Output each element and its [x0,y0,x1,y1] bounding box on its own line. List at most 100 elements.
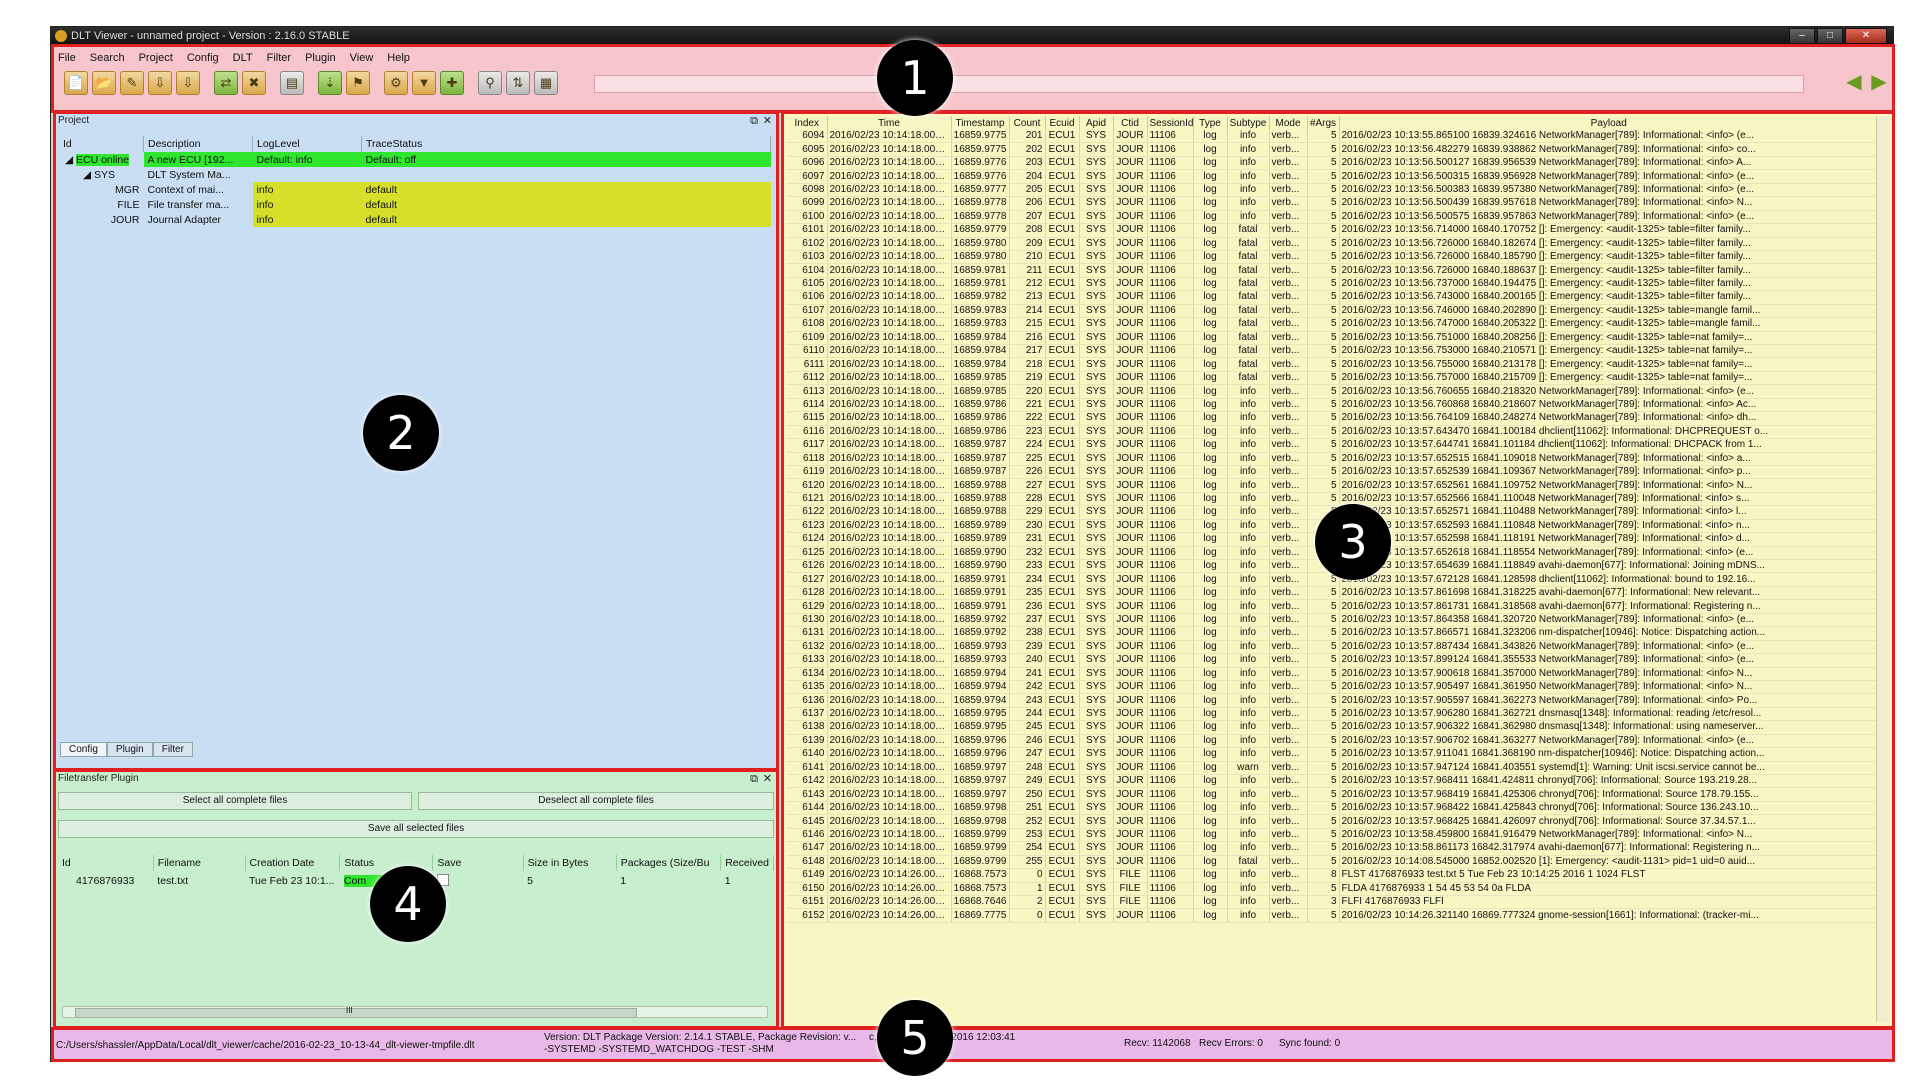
search-input[interactable] [594,75,1804,93]
message-row[interactable]: 6119 2016/02/23 10:14:18.000000 16859.9787… [787,465,1879,480]
menu-file[interactable]: File [58,50,76,66]
tree-row-ecu[interactable]: ◢ ECU online A new ECU [192... Default: … [59,152,771,167]
menu-dlt[interactable]: DLT [233,50,253,66]
tree-row-context[interactable]: FILE File transfer ma... info default [59,197,771,212]
disconnect-icon[interactable]: ✖ [242,71,266,95]
message-row[interactable]: 6105 2016/02/23 10:14:18.000000 16859.9781… [787,277,1879,292]
col-subtype[interactable]: Subtype [1227,116,1270,130]
menu-view[interactable]: View [350,50,374,66]
save-all-selected-button[interactable]: Save all selected files [58,820,774,838]
message-row[interactable]: 6152 2016/02/23 10:14:26.000000 16869.7775… [787,908,1879,923]
next-arrow-icon[interactable]: ▶ [1869,72,1889,92]
close-panel-icon[interactable]: ✕ [763,114,772,128]
message-row[interactable]: 6098 2016/02/23 10:14:18.000000 16859.9777… [787,183,1879,198]
message-row[interactable]: 6113 2016/02/23 10:14:18.000000 16859.9785… [787,384,1879,399]
close-window-button[interactable]: ✕ [1845,28,1887,44]
undock-icon[interactable]: ⧉ [750,114,758,128]
search-icon[interactable]: ⚲ [478,71,502,95]
menu-project[interactable]: Project [139,50,173,66]
message-row[interactable]: 6149 2016/02/23 10:14:26.000000 16868.7573… [787,868,1879,883]
deselect-all-complete-button[interactable]: Deselect all complete files [418,792,774,810]
message-row[interactable]: 6101 2016/02/23 10:14:18.000000 16859.9779… [787,223,1879,238]
message-row[interactable]: 6140 2016/02/23 10:14:18.000000 16859.9796… [787,747,1879,762]
message-row[interactable]: 6116 2016/02/23 10:14:18.000000 16859.9786… [787,425,1879,440]
minimize-button[interactable]: – [1789,28,1815,44]
save-as-icon[interactable]: ⇩ [176,71,200,95]
find-window-icon[interactable]: ▦ [534,71,558,95]
message-row[interactable]: 6099 2016/02/23 10:14:18.000000 16859.9778… [787,196,1879,211]
message-row[interactable]: 6109 2016/02/23 10:14:18.000000 16859.9784… [787,331,1879,346]
col-payload[interactable]: Payload [1339,116,1879,130]
message-row[interactable]: 6108 2016/02/23 10:14:18.000000 16859.9783… [787,317,1879,332]
tab-filter[interactable]: Filter [152,742,193,757]
save-icon[interactable]: ⇩ [148,71,172,95]
col-description[interactable]: Description [143,136,253,152]
expand-arrow-icon[interactable]: ◢ [65,154,73,166]
col-size[interactable]: Size in Bytes [523,855,617,871]
message-row[interactable]: 6133 2016/02/23 10:14:18.000000 16859.9793… [787,653,1879,668]
col-loglevel[interactable]: LogLevel [252,136,362,152]
message-row[interactable]: 6130 2016/02/23 10:14:18.000000 16859.9792… [787,613,1879,628]
message-row[interactable]: 6112 2016/02/23 10:14:18.000000 16859.9785… [787,371,1879,386]
message-row[interactable]: 6136 2016/02/23 10:14:18.000000 16859.9794… [787,693,1879,708]
message-row[interactable]: 6134 2016/02/23 10:14:18.000000 16859.9794… [787,667,1879,681]
message-row[interactable]: 6120 2016/02/23 10:14:18.000000 16859.9788… [787,478,1879,493]
col-save[interactable]: Save [432,855,524,871]
scrollbar-thumb[interactable]: III [75,1006,637,1018]
col-index[interactable]: Index [787,116,828,130]
message-row[interactable]: 6121 2016/02/23 10:14:18.000000 16859.9788… [787,492,1879,507]
col-mode[interactable]: Mode [1269,116,1308,130]
horizontal-scrollbar[interactable]: III [62,1006,768,1018]
message-row[interactable]: 6143 2016/02/23 10:14:18.000000 16859.9797… [787,787,1879,802]
menu-plugin[interactable]: Plugin [305,50,336,66]
new-file-icon[interactable]: 📄 [64,71,88,95]
message-row[interactable]: 6114 2016/02/23 10:14:18.000000 16859.9786… [787,398,1879,413]
menu-filter[interactable]: Filter [267,50,291,66]
message-row[interactable]: 6107 2016/02/23 10:14:18.000000 16859.9783… [787,304,1879,319]
message-row[interactable]: 6144 2016/02/23 10:14:18.000000 16859.9798… [787,801,1879,816]
message-row[interactable]: 6137 2016/02/23 10:14:18.000000 16859.9795… [787,707,1879,722]
clear-icon[interactable]: ✎ [120,71,144,95]
tab-plugin[interactable]: Plugin [106,742,153,757]
message-row[interactable]: 6127 2016/02/23 10:14:18.000000 16859.9791… [787,572,1879,587]
message-row[interactable]: 6096 2016/02/23 10:14:18.000000 16859.9776… [787,156,1879,171]
col-creation-date[interactable]: Creation Date [245,855,341,871]
message-row[interactable]: 6146 2016/02/23 10:14:18.000000 16859.9799… [787,828,1879,843]
trash-icon[interactable]: ▤ [280,71,304,95]
message-row[interactable]: 6139 2016/02/23 10:14:18.000000 16859.9796… [787,734,1879,749]
message-row[interactable]: 6147 2016/02/23 10:14:18.000000 16859.9799… [787,841,1879,856]
col-tracestatus[interactable]: TraceStatus [361,136,771,152]
bookmark-icon[interactable]: ⚑ [346,71,370,95]
message-row[interactable]: 6142 2016/02/23 10:14:18.000000 16859.9797… [787,774,1879,789]
col-ctid[interactable]: Ctid [1113,116,1148,130]
tree-row-app[interactable]: ◢ SYS DLT System Ma... [59,167,771,182]
plugin-icon[interactable]: ✚ [440,71,464,95]
open-file-icon[interactable]: 📂 [92,71,116,95]
col-ecuid[interactable]: Ecuid [1045,116,1080,130]
message-row[interactable]: 6150 2016/02/23 10:14:26.000000 16868.7573… [787,882,1879,896]
col-args[interactable]: #Args [1307,116,1340,130]
maximize-button[interactable]: □ [1817,28,1843,44]
undock-icon[interactable]: ⧉ [750,772,758,786]
tree-row-context[interactable]: JOUR Journal Adapter info default [59,212,771,227]
regex-icon[interactable]: ⇅ [506,71,530,95]
col-type[interactable]: Type [1193,116,1228,130]
menu-help[interactable]: Help [387,50,410,66]
previous-arrow-icon[interactable]: ◀ [1844,72,1864,92]
message-row[interactable]: 6102 2016/02/23 10:14:18.000000 16859.9780… [787,237,1879,251]
filter-icon[interactable]: ▼ [412,71,436,95]
col-packages[interactable]: Packages (Size/Bu [616,855,722,871]
message-row[interactable]: 6095 2016/02/23 10:14:18.000000 16859.9775… [787,142,1879,157]
message-row[interactable]: 6128 2016/02/23 10:14:18.000000 16859.9791… [787,586,1879,601]
message-row[interactable]: 6106 2016/02/23 10:14:18.000000 16859.9782… [787,290,1879,305]
message-row[interactable]: 6118 2016/02/23 10:14:18.000000 16859.9787… [787,452,1879,466]
message-row[interactable]: 6129 2016/02/23 10:14:18.000000 16859.9791… [787,599,1879,614]
connect-icon[interactable]: ⇄ [214,71,238,95]
close-panel-icon[interactable]: ✕ [763,772,772,786]
message-row[interactable]: 6103 2016/02/23 10:14:18.000000 16859.9780… [787,250,1879,265]
message-row[interactable]: 6115 2016/02/23 10:14:18.000000 16859.9786… [787,411,1879,426]
download-icon[interactable]: ⇣ [318,71,342,95]
message-row[interactable]: 6110 2016/02/23 10:14:18.000000 16859.9784… [787,344,1879,359]
message-row[interactable]: 6135 2016/02/23 10:14:18.000000 16859.9794… [787,680,1879,695]
message-row[interactable]: 6132 2016/02/23 10:14:18.000000 16859.9793… [787,640,1879,655]
